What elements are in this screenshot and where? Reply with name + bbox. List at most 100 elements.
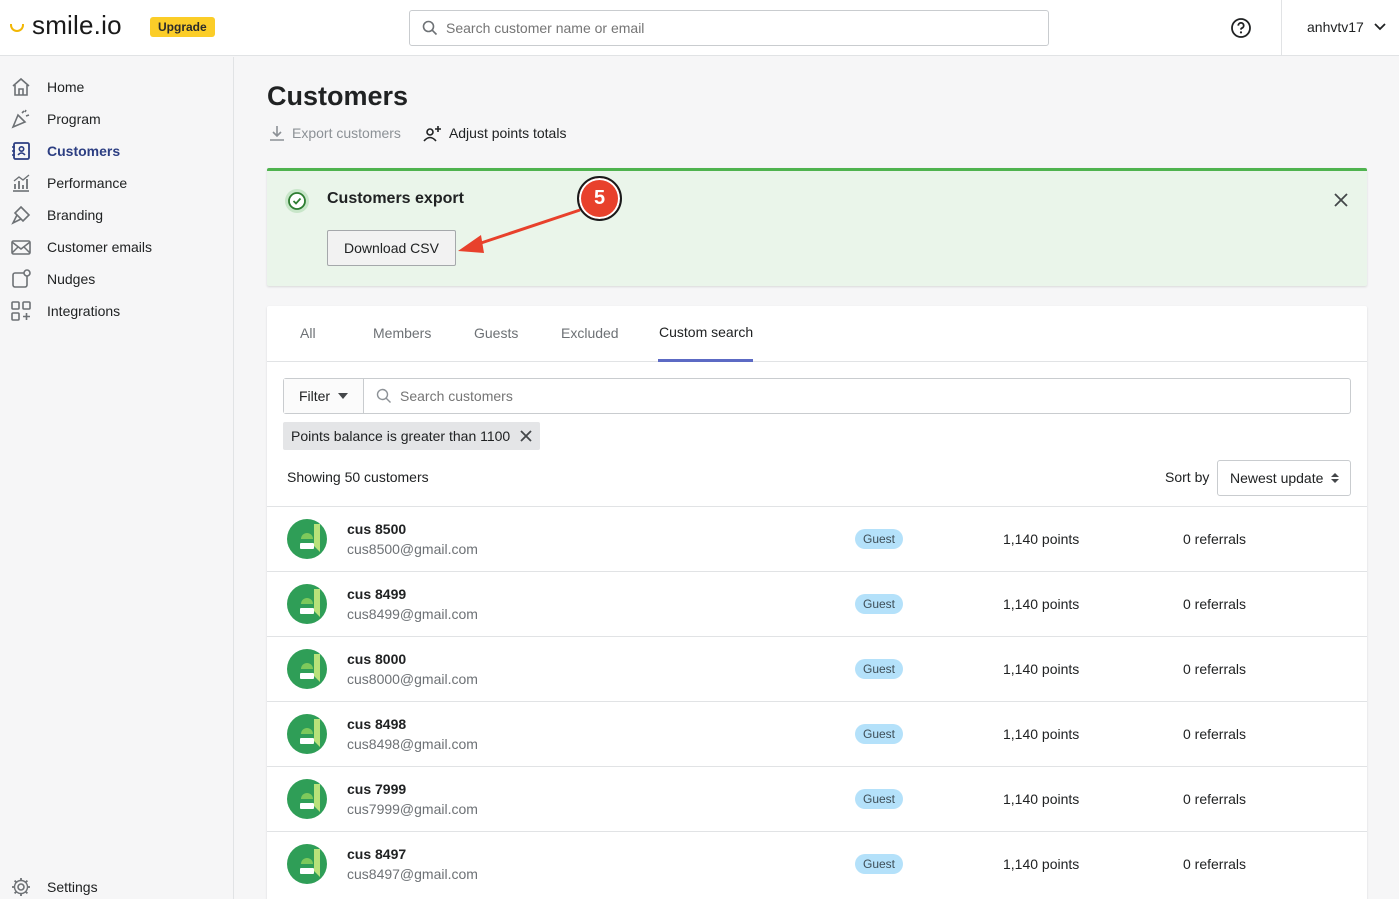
close-icon[interactable] (1333, 192, 1349, 208)
customer-email: cus8498@gmail.com (347, 736, 478, 752)
table-row[interactable]: cus 8497 cus8497@gmail.com Guest 1,140 p… (267, 831, 1367, 896)
search-icon (376, 388, 391, 403)
sort-label: Sort by (1165, 469, 1210, 485)
customer-name: cus 8000 (347, 651, 407, 667)
export-customers-button[interactable]: Export customers (268, 124, 401, 142)
page-title: Customers (267, 81, 409, 111)
status-badge: Guest (855, 594, 904, 614)
customer-points: 1,140 points (1003, 791, 1080, 807)
help-icon[interactable] (1230, 17, 1252, 39)
filter-button[interactable]: Filter (284, 379, 364, 413)
sidebar-item-customer-emails[interactable]: Customer emails (0, 231, 234, 263)
customer-search[interactable] (364, 379, 1350, 413)
upgrade-button[interactable]: Upgrade (150, 17, 215, 37)
customer-name: cus 8500 (347, 521, 407, 537)
download-csv-button[interactable]: Download CSV (327, 230, 456, 266)
chart-icon (10, 172, 32, 194)
customer-email: cus8500@gmail.com (347, 541, 478, 557)
adjust-points-label: Adjust points totals (448, 125, 567, 141)
customer-points: 1,140 points (1003, 661, 1080, 677)
sort-select[interactable]: Newest update (1217, 460, 1351, 496)
filter-chip-label: Points balance is greater than 1100 (291, 428, 511, 444)
sidebar-item-label: Customers (47, 143, 121, 159)
nudge-icon (10, 268, 32, 290)
sidebar-item-label: Customer emails (47, 239, 153, 255)
customer-email: cus8497@gmail.com (347, 866, 478, 882)
customer-referrals: 0 referrals (1183, 791, 1247, 807)
table-row[interactable]: cus 8499 cus8499@gmail.com Guest 1,140 p… (267, 571, 1367, 636)
top-bar: smile.io Upgrade anhvtv17 (0, 0, 1399, 56)
filter-chip: Points balance is greater than 1100 (283, 422, 541, 450)
sidebar-item-customers[interactable]: Customers (0, 135, 234, 167)
customer-points: 1,140 points (1003, 726, 1080, 742)
tab-excluded[interactable]: Excluded (561, 325, 619, 341)
filter-bar: Filter (283, 378, 1351, 414)
sidebar-item-label: Nudges (47, 271, 96, 287)
sidebar-item-nudges[interactable]: Nudges (0, 263, 234, 295)
result-count: Showing 50 customers (287, 469, 429, 485)
sort-caret-icon (1331, 473, 1340, 483)
adjust-points-button[interactable]: Adjust points totals (423, 124, 567, 142)
username: anhvtv17 (1307, 19, 1364, 35)
customer-points: 1,140 points (1003, 596, 1080, 612)
user-menu[interactable]: anhvtv17 (1307, 19, 1386, 35)
avatar (287, 714, 327, 754)
sidebar-item-integrations[interactable]: Integrations (0, 295, 234, 327)
sidebar-item-label: Integrations (47, 303, 121, 319)
table-row[interactable]: cus 7999 cus7999@gmail.com Guest 1,140 p… (267, 766, 1367, 831)
smile-logo-icon (10, 23, 24, 32)
table-row[interactable]: cus 8000 cus8000@gmail.com Guest 1,140 p… (267, 636, 1367, 701)
close-icon[interactable] (520, 430, 532, 442)
status-badge: Guest (855, 854, 904, 874)
active-tab-indicator (658, 359, 753, 362)
global-search[interactable] (409, 10, 1049, 46)
sidebar-item-branding[interactable]: Branding (0, 199, 234, 231)
home-icon (10, 76, 32, 98)
status-badge: Guest (855, 659, 904, 679)
customer-points: 1,140 points (1003, 531, 1080, 547)
table-row[interactable]: cus 8500 cus8500@gmail.com Guest 1,140 p… (267, 506, 1367, 571)
address-book-icon (10, 140, 32, 162)
customer-email: cus8499@gmail.com (347, 606, 478, 622)
status-badge: Guest (855, 724, 904, 744)
sidebar-item-settings[interactable]: Settings (0, 871, 234, 899)
apps-icon (10, 300, 32, 322)
customer-search-input[interactable] (400, 388, 1300, 404)
sidebar-item-label: Performance (47, 175, 128, 191)
tab-custom-search[interactable]: Custom search (659, 324, 753, 340)
avatar (287, 779, 327, 819)
status-badge: Guest (855, 529, 904, 549)
sidebar-item-program[interactable]: Program (0, 103, 234, 135)
banner-title: Customers export (327, 190, 464, 207)
customer-email: cus7999@gmail.com (347, 801, 478, 817)
page-actions: Export customers Adjust points totals (268, 124, 588, 142)
customer-name: cus 7999 (347, 781, 407, 797)
customer-referrals: 0 referrals (1183, 726, 1247, 742)
customer-email: cus8000@gmail.com (347, 671, 478, 687)
customer-referrals: 0 referrals (1183, 661, 1247, 677)
topbar-divider (1281, 0, 1282, 56)
party-icon (10, 108, 32, 130)
sidebar-item-label: Program (47, 111, 101, 127)
sidebar-item-label: Branding (47, 207, 104, 223)
sidebar-item-performance[interactable]: Performance (0, 167, 234, 199)
global-search-input[interactable] (446, 20, 1026, 36)
avatar (287, 649, 327, 689)
tab-members[interactable]: Members (373, 325, 431, 341)
tab-guests[interactable]: Guests (474, 325, 518, 341)
search-icon (422, 20, 438, 36)
add-user-icon (423, 126, 441, 142)
tab-all[interactable]: All (300, 325, 316, 341)
logo[interactable]: smile.io (10, 10, 122, 41)
customers-card: All Members Guests Excluded Custom searc… (267, 306, 1367, 899)
table-row[interactable]: cus 8498 cus8498@gmail.com Guest 1,140 p… (267, 701, 1367, 766)
download-icon (270, 126, 284, 141)
sidebar-item-home[interactable]: Home (0, 71, 234, 103)
step-number-badge: 5 (577, 176, 622, 221)
customer-referrals: 0 referrals (1183, 856, 1247, 872)
avatar (287, 584, 327, 624)
status-badge: Guest (855, 789, 904, 809)
email-icon (10, 236, 32, 258)
customer-name: cus 8497 (347, 846, 407, 862)
sidebar-item-label: Home (47, 79, 85, 95)
